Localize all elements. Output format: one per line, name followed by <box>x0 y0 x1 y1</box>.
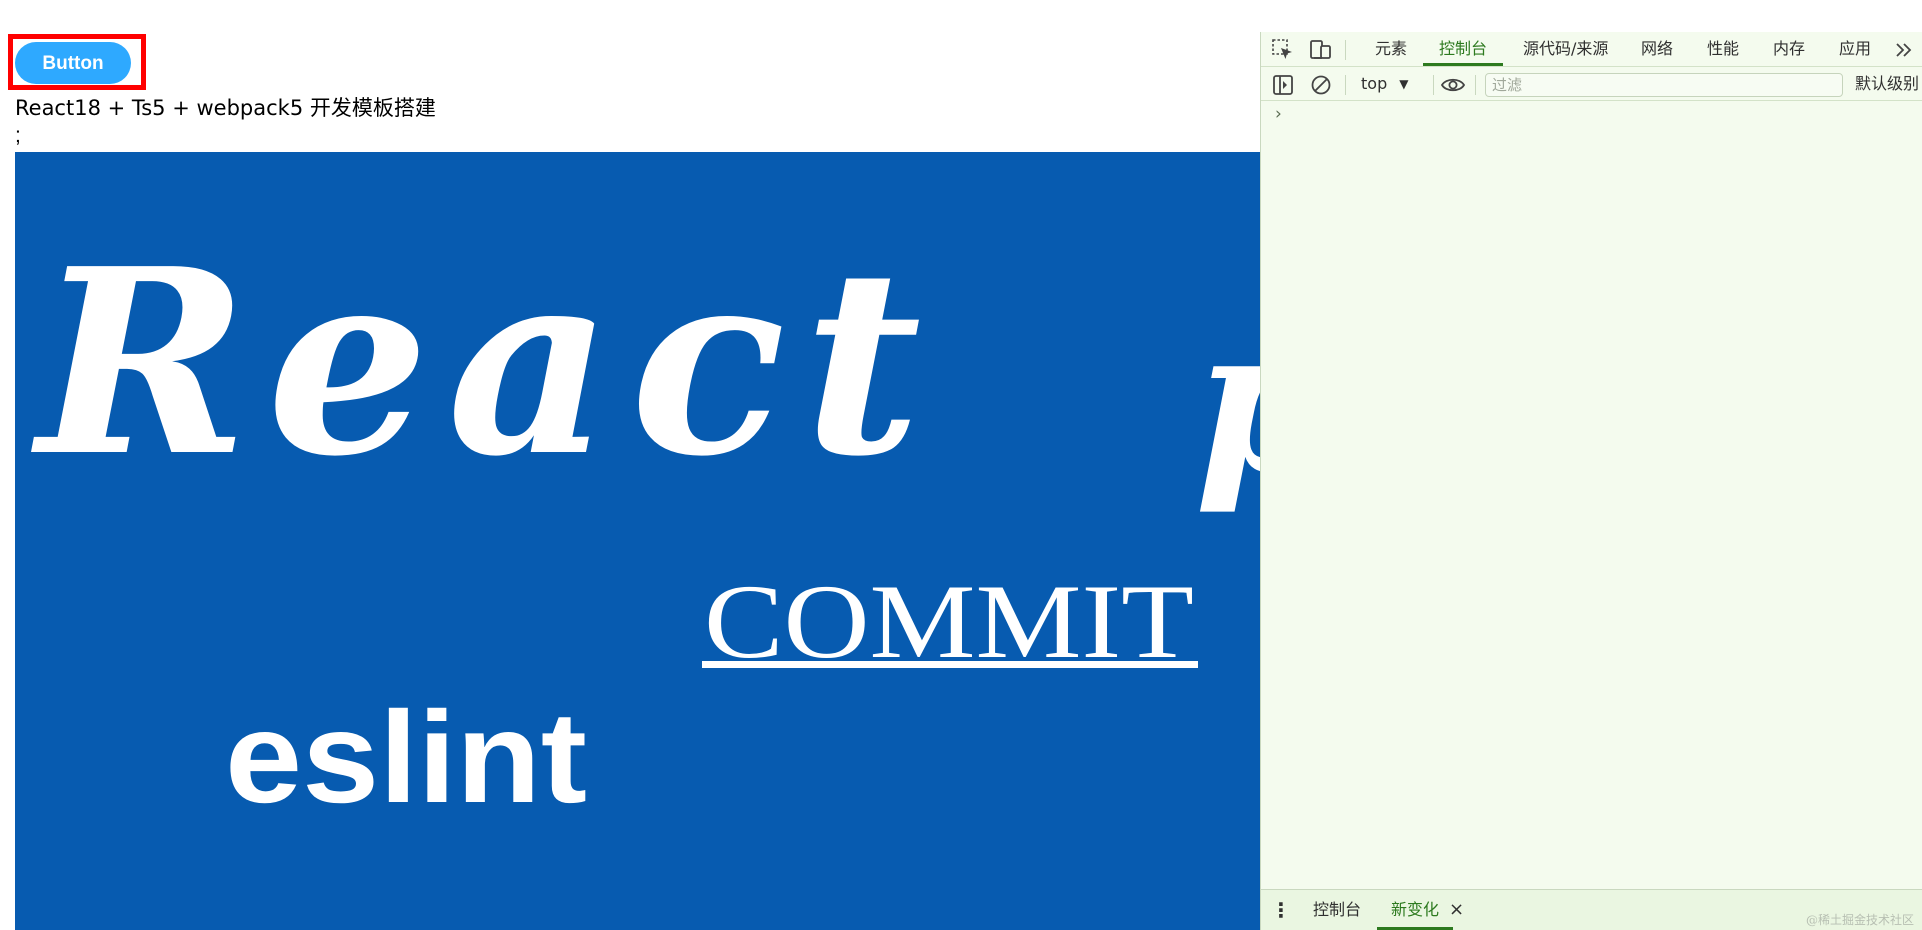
banner-text-react: React <box>31 214 939 513</box>
drawer-tab-console[interactable]: 控制台 <box>1313 890 1361 930</box>
tab-console[interactable]: 控制台 <box>1423 32 1504 66</box>
semicolon-text: ; <box>15 124 21 147</box>
caret-down-icon: ▼ <box>1399 77 1409 91</box>
tab-performance[interactable]: 性能 <box>1707 32 1739 66</box>
primary-button[interactable]: Button <box>15 42 131 84</box>
tab-memory[interactable]: 内存 <box>1773 32 1805 66</box>
console-prompt[interactable]: › <box>1275 104 1282 124</box>
banner-text-eslint: eslint <box>225 684 587 830</box>
tab-application[interactable]: 应用 <box>1839 32 1871 66</box>
tab-sources[interactable]: 源代码/来源 <box>1523 32 1608 66</box>
tab-separator <box>1345 40 1346 60</box>
drawer-tab-whats-new[interactable]: 新变化 <box>1377 890 1454 930</box>
drawer-menu-icon[interactable]: ⋮ <box>1271 890 1291 930</box>
inspect-element-icon[interactable] <box>1265 32 1301 67</box>
console-toolbar: top ▼ 默认级别 <box>1261 67 1922 101</box>
devtools-tabbar: 元素 控制台 源代码/来源 网络 性能 内存 应用 <box>1261 32 1922 67</box>
filter-input[interactable] <box>1485 73 1843 97</box>
web-page: Button React18 + Ts5 + webpack5 开发模板搭建 ;… <box>0 0 1260 930</box>
devtools-drawer: ⋮ 控制台 新变化 × @稀土掘金技术社区 <box>1261 889 1922 930</box>
tab-network[interactable]: 网络 <box>1641 32 1673 66</box>
close-icon[interactable]: × <box>1449 890 1464 930</box>
banner-text-partial: p <box>1195 283 1260 518</box>
log-levels-dropdown[interactable]: 默认级别 <box>1855 67 1919 101</box>
commit-underline <box>702 661 1198 668</box>
toolbar-separator <box>1433 75 1434 95</box>
toolbar-separator <box>1475 75 1476 95</box>
eye-icon[interactable] <box>1435 67 1471 102</box>
banner-image: React p COMMIT eslint <box>15 152 1260 930</box>
context-selector[interactable]: top ▼ <box>1361 67 1408 101</box>
sidebar-toggle-icon[interactable] <box>1265 67 1301 102</box>
toolbar-separator <box>1345 75 1346 95</box>
console-output[interactable]: › <box>1261 101 1922 889</box>
watermark-text: @稀土掘金技术社区 <box>1805 913 1914 927</box>
chevron-double-right-icon[interactable] <box>1887 32 1921 67</box>
page-heading: React18 + Ts5 + webpack5 开发模板搭建 <box>15 96 436 120</box>
devtools-panel: 元素 控制台 源代码/来源 网络 性能 内存 应用 top ▼ 过滤 默认级别 … <box>1260 32 1922 930</box>
tab-elements[interactable]: 元素 <box>1375 32 1407 66</box>
device-toolbar-icon[interactable] <box>1303 32 1339 67</box>
context-selector-value: top <box>1361 74 1388 93</box>
clear-console-icon[interactable] <box>1303 67 1339 102</box>
